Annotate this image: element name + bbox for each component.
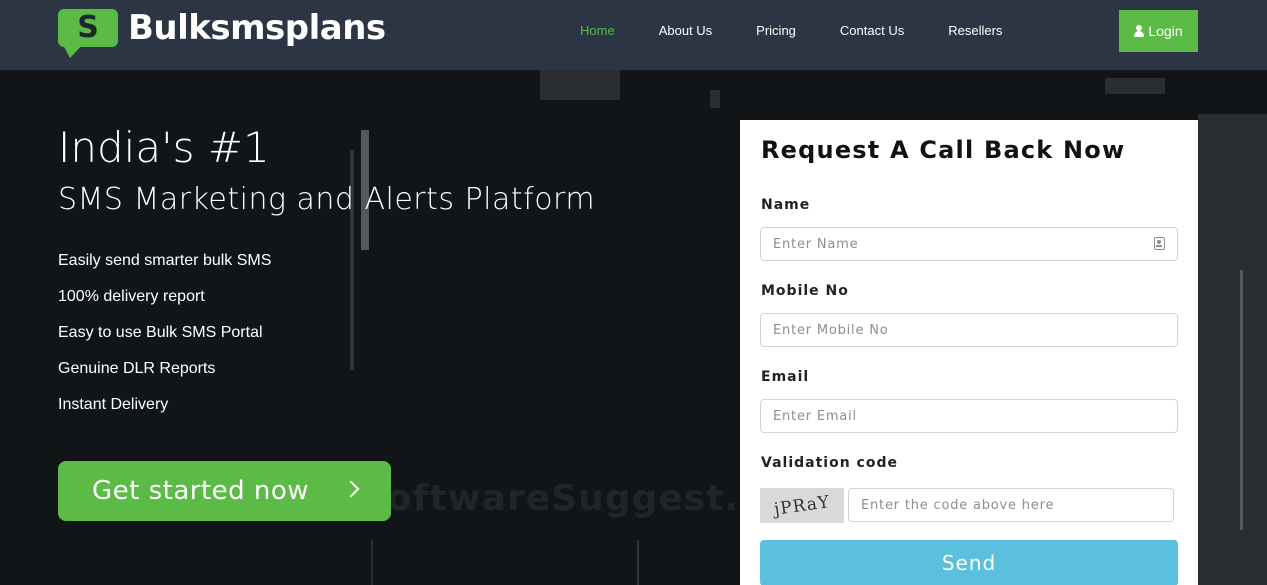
callback-form: Request A Call Back Now Name Mobile No E… (740, 120, 1198, 585)
bg-streak (1240, 270, 1243, 530)
email-input[interactable] (760, 399, 1178, 433)
form-title: Request A Call Back Now (761, 136, 1126, 164)
name-label: Name (761, 197, 811, 213)
validation-code-input[interactable] (848, 488, 1174, 522)
bg-streak (1198, 114, 1267, 585)
get-started-button[interactable]: Get started now (58, 461, 391, 521)
nav-resellers[interactable]: Resellers (926, 0, 1024, 62)
brand-domain-suffix: .com (344, 19, 353, 39)
feature-item: Genuine DLR Reports (58, 360, 216, 377)
hero-subtitle: SMS Marketing and Alerts Platform (58, 182, 596, 217)
login-button[interactable]: Login (1119, 10, 1198, 52)
user-icon (1134, 25, 1145, 37)
brand-logo[interactable]: S Bulksmsplans .com (58, 8, 386, 61)
feature-item: 100% delivery report (58, 288, 205, 305)
mobile-label: Mobile No (761, 283, 849, 299)
chat-bubble-logo-icon: S (58, 9, 118, 47)
bg-streak (637, 540, 639, 585)
nav-pricing[interactable]: Pricing (734, 0, 818, 62)
logo-glyph: S (77, 10, 99, 45)
bg-streak (540, 70, 620, 100)
email-label: Email (761, 369, 810, 385)
validation-label: Validation code (761, 455, 898, 471)
main-nav: Home About Us Pricing Contact Us Reselle… (558, 0, 1024, 62)
nav-home[interactable]: Home (558, 0, 637, 62)
bg-streak (710, 90, 720, 108)
nav-contact-us[interactable]: Contact Us (818, 0, 926, 62)
chevron-right-icon (342, 480, 360, 498)
chat-bubble-tail (62, 43, 84, 58)
send-button[interactable]: Send (760, 540, 1178, 585)
captcha-image: jPRaY (760, 488, 844, 523)
bg-streak (1105, 78, 1165, 94)
feature-list: Easily send smarter bulk SMS 100% delive… (58, 245, 271, 425)
feature-item: Easily send smarter bulk SMS (58, 252, 272, 269)
feature-item: Easy to use Bulk SMS Portal (58, 324, 263, 341)
mobile-input[interactable] (760, 313, 1178, 347)
contact-card-icon (1154, 237, 1165, 250)
name-input[interactable] (760, 227, 1178, 261)
bg-streak (371, 540, 373, 585)
login-label: Login (1148, 23, 1183, 39)
captcha-text: jPRaY (772, 491, 832, 520)
nav-about-us[interactable]: About Us (637, 0, 734, 62)
top-navbar: S Bulksmsplans .com Home About Us Pricin… (0, 0, 1267, 70)
hero-title: India's #1 (58, 123, 270, 172)
feature-item: Instant Delivery (58, 396, 169, 413)
get-started-label: Get started now (92, 476, 310, 506)
